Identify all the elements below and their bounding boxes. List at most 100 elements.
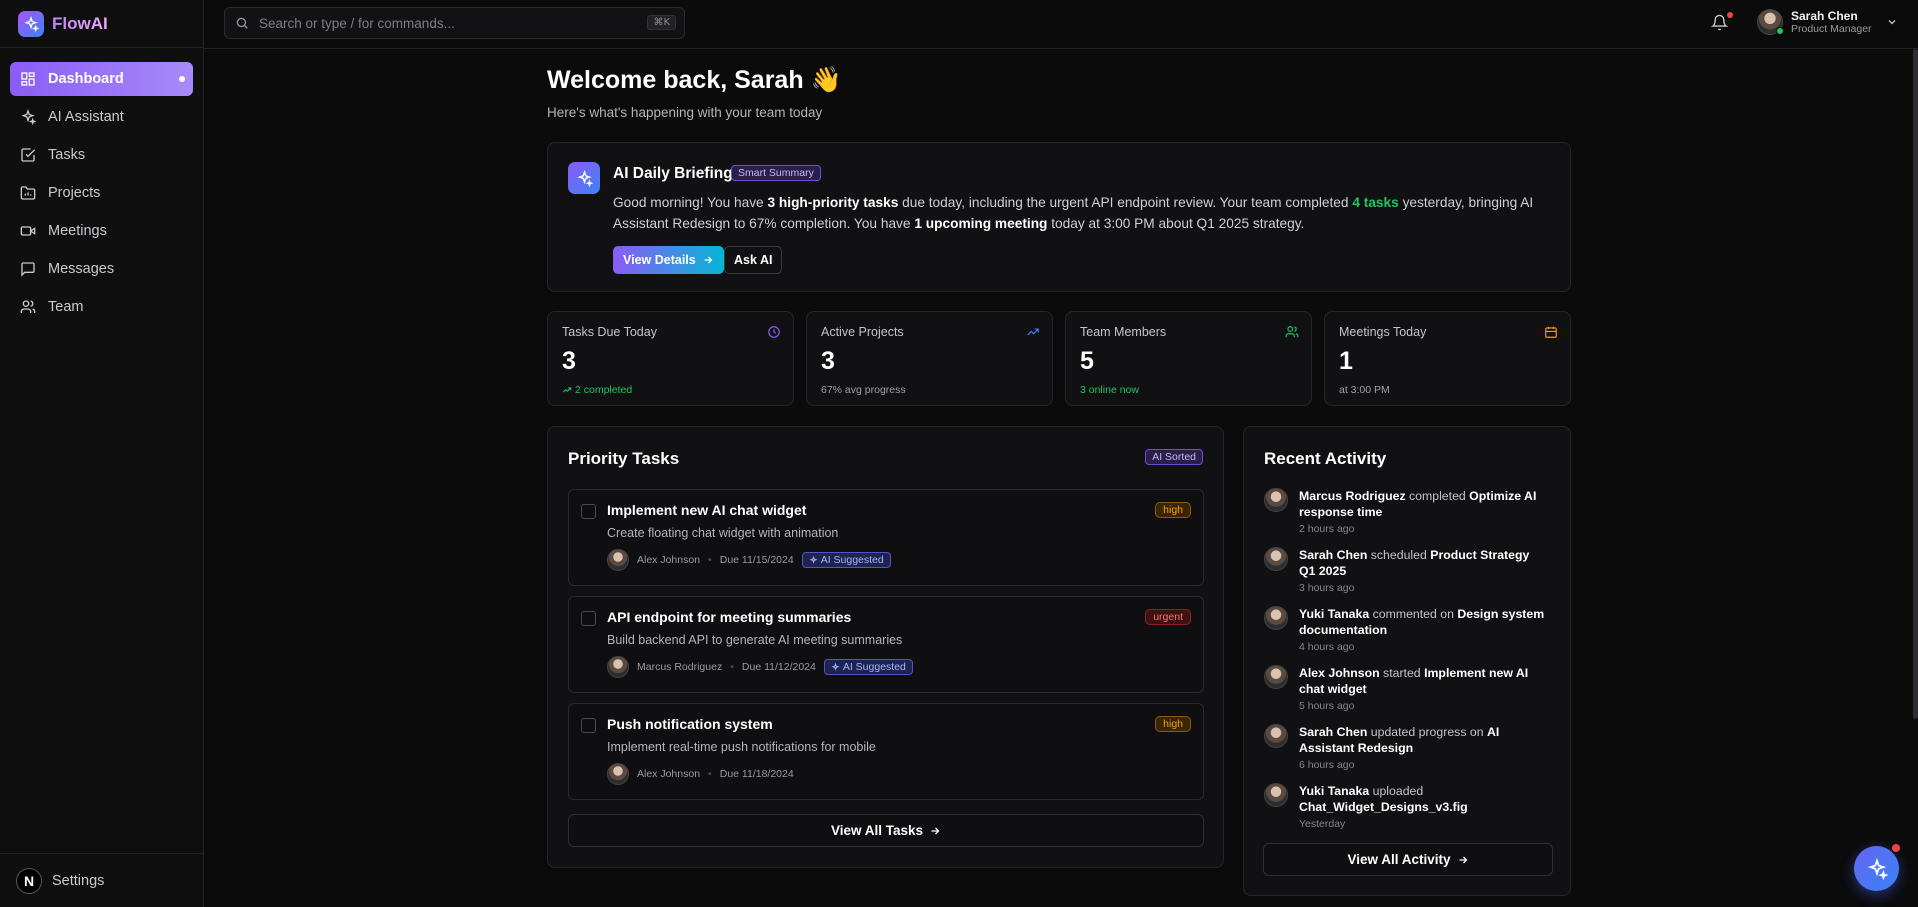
avatar: [607, 763, 629, 785]
avatar: [607, 549, 629, 571]
task-due: Due 11/18/2024: [719, 768, 794, 780]
sidebar-item-messages[interactable]: Messages: [10, 252, 193, 286]
active-indicator: [179, 76, 185, 82]
activity-action: scheduled: [1367, 548, 1431, 562]
avatar: [1264, 724, 1288, 748]
task-meta: Alex Johnson • Due 11/18/2024: [607, 763, 794, 785]
n-badge: N: [16, 867, 42, 894]
brand[interactable]: FlowAI: [0, 0, 203, 48]
topbar: ⌘K Sarah Chen Product Manager: [204, 0, 1918, 49]
priority-badge: high: [1155, 502, 1191, 518]
activity-text: Sarah Chen updated progress on AI Assist…: [1299, 724, 1549, 773]
search-input[interactable]: [259, 15, 639, 31]
task-due: Due 11/15/2024: [719, 554, 794, 566]
stat-value: 1: [1339, 347, 1353, 375]
task-assignee: Alex Johnson: [637, 554, 701, 566]
message-icon: [20, 261, 36, 277]
clock-icon: [767, 325, 781, 339]
stat-note: 3 online now: [1080, 384, 1139, 396]
scrollbar[interactable]: [1913, 49, 1918, 719]
bell-icon[interactable]: [1711, 14, 1728, 31]
ai-suggested-badge: AI Suggested: [823, 659, 913, 675]
task-description: Create floating chat widget with animati…: [607, 526, 839, 540]
ask-ai-button[interactable]: Ask AI: [724, 246, 783, 274]
activity-text: Alex Johnson started Implement new AI ch…: [1299, 665, 1549, 714]
sidebar-item-meetings[interactable]: Meetings: [10, 214, 193, 248]
sidebar-item-label: Messages: [48, 261, 115, 277]
priority-tasks-card: Priority Tasks AI Sorted Implement new A…: [547, 426, 1224, 868]
sidebar-item-tasks[interactable]: Tasks: [10, 138, 193, 172]
avatar: [1264, 606, 1288, 630]
separator: •: [730, 661, 734, 673]
badge-label: AI Suggested: [842, 661, 906, 673]
user-name: Sarah Chen: [1791, 9, 1858, 23]
task-item[interactable]: Push notification system Implement real-…: [568, 703, 1204, 800]
page-subtitle: Here's what's happening with your team t…: [547, 105, 823, 120]
briefing-text-part: due today, including the urgent API endp…: [898, 195, 1353, 210]
stat-note: at 3:00 PM: [1339, 384, 1390, 396]
check-square-icon: [20, 147, 36, 163]
sidebar-item-ai-assistant[interactable]: AI Assistant: [10, 100, 193, 134]
task-checkbox[interactable]: [581, 504, 596, 519]
button-label: View All Tasks: [830, 823, 924, 838]
activity-text: Marcus Rodriguez completed Optimize AI r…: [1299, 488, 1549, 537]
stat-note: 2 completed: [562, 384, 632, 396]
button-label: View All Activity: [1347, 852, 1451, 867]
online-indicator: [1776, 27, 1784, 35]
stat-label: Active Projects: [821, 325, 904, 339]
section-title: Recent Activity: [1264, 449, 1387, 468]
sidebar-item-projects[interactable]: Projects: [10, 176, 193, 210]
task-title: API endpoint for meeting summaries: [607, 609, 852, 625]
task-checkbox[interactable]: [581, 718, 596, 733]
stat-card-team[interactable]: Team Members 5 3 online now: [1065, 311, 1312, 406]
sidebar-item-label: Tasks: [48, 147, 86, 163]
stat-card-tasks[interactable]: Tasks Due Today 3 2 completed: [547, 311, 794, 406]
view-all-activity-button[interactable]: View All Activity: [1263, 843, 1553, 876]
stat-value: 3: [821, 347, 835, 375]
trending-up-icon: [1026, 325, 1040, 339]
activity-time: 2 hours ago: [1299, 523, 1355, 535]
arrow-right-icon: [702, 254, 714, 266]
activity-user: Alex Johnson: [1299, 666, 1380, 680]
stat-card-projects[interactable]: Active Projects 3 67% avg progress: [806, 311, 1053, 406]
task-item[interactable]: Implement new AI chat widget Create floa…: [568, 489, 1204, 586]
video-icon: [20, 223, 36, 239]
calendar-icon: [1544, 325, 1558, 339]
sidebar-item-dashboard[interactable]: Dashboard: [10, 62, 193, 96]
sidebar-item-settings[interactable]: N Settings: [0, 853, 203, 907]
ai-chat-fab-button[interactable]: [1854, 846, 1899, 891]
user-menu[interactable]: Sarah Chen Product Manager: [1757, 9, 1898, 35]
briefing-title: AI Daily Briefing: [613, 165, 733, 182]
search-bar[interactable]: ⌘K: [224, 7, 685, 39]
briefing-text-part: today at 3:00 PM about Q1 2025 strategy.: [1047, 216, 1305, 231]
view-all-tasks-button[interactable]: View All Tasks: [568, 814, 1204, 847]
sparkles-icon: [20, 109, 36, 125]
view-details-button[interactable]: View Details: [613, 246, 724, 274]
task-checkbox[interactable]: [581, 611, 596, 626]
ai-sorted-badge: AI Sorted: [1145, 449, 1203, 465]
avatar: [1264, 665, 1288, 689]
stat-card-meetings[interactable]: Meetings Today 1 at 3:00 PM: [1324, 311, 1571, 406]
priority-badge: urgent: [1145, 609, 1191, 625]
activity-time: 5 hours ago: [1299, 700, 1355, 712]
sidebar-item-team[interactable]: Team: [10, 290, 193, 324]
avatar: [607, 656, 629, 678]
stat-label: Tasks Due Today: [562, 325, 657, 339]
arrow-right-icon: [929, 825, 941, 837]
stat-label: Meetings Today: [1339, 325, 1427, 339]
task-title: Push notification system: [607, 716, 773, 732]
activity-time: 6 hours ago: [1299, 759, 1355, 771]
avatar: [1264, 547, 1288, 571]
user-info: Sarah Chen Product Manager: [1791, 9, 1872, 35]
stat-label: Team Members: [1080, 325, 1167, 339]
stat-note-text: 2 completed: [575, 384, 633, 396]
activity-target: Chat_Widget_Designs_v3.fig: [1299, 800, 1468, 814]
briefing-text-part: Good morning! You have: [613, 195, 768, 210]
task-item[interactable]: API endpoint for meeting summaries Build…: [568, 596, 1204, 693]
separator: •: [708, 768, 712, 780]
shortcut-hint: ⌘K: [647, 15, 676, 30]
activity-text: Yuki Tanaka uploaded Chat_Widget_Designs…: [1299, 783, 1549, 832]
avatar: [1264, 783, 1288, 807]
sparkles-icon: [18, 10, 44, 37]
activity-action: commented on: [1369, 607, 1458, 621]
